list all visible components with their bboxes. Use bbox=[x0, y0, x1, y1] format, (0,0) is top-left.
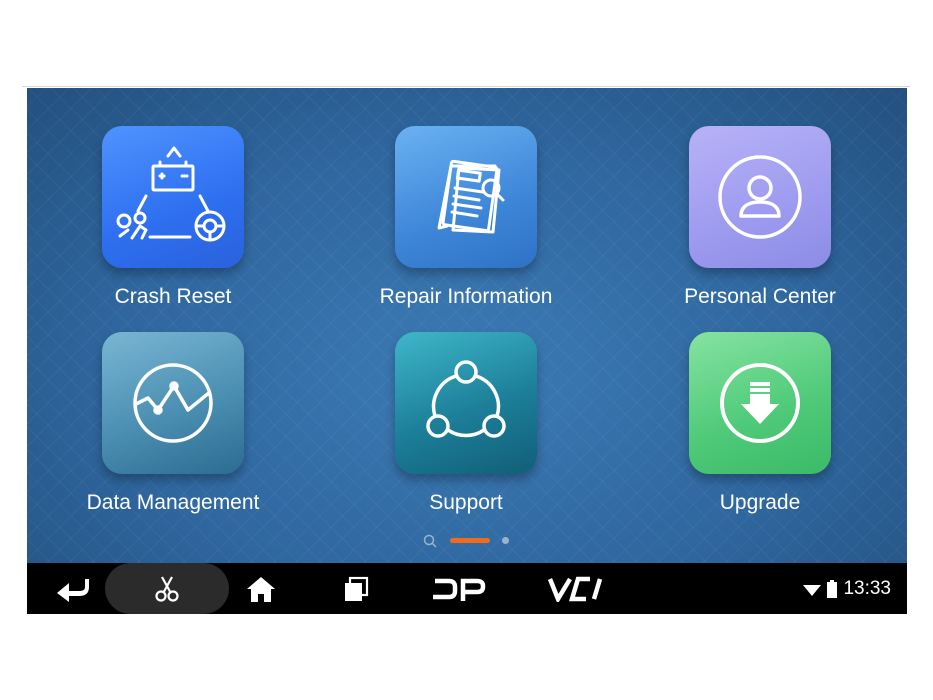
app-label: Repair Information bbox=[379, 285, 553, 308]
recent-apps-icon bbox=[345, 576, 369, 601]
data-chart-icon bbox=[133, 363, 213, 443]
download-icon bbox=[720, 363, 800, 443]
dp-logo-icon bbox=[433, 578, 486, 601]
scissors-icon bbox=[155, 575, 179, 602]
crash-reset-icon bbox=[116, 146, 226, 242]
app-crash-reset[interactable]: Crash Reset bbox=[63, 126, 283, 310]
page-dot[interactable] bbox=[502, 537, 509, 544]
app-label: Personal Center bbox=[684, 285, 836, 308]
app-tile[interactable] bbox=[395, 332, 537, 474]
vci-button[interactable] bbox=[539, 563, 611, 614]
current-page-indicator[interactable] bbox=[450, 538, 490, 543]
home-icon bbox=[247, 576, 275, 602]
status-area: 13:33 bbox=[803, 563, 891, 614]
page-indicator bbox=[27, 532, 907, 548]
repair-information-icon bbox=[437, 159, 505, 234]
recent-apps-button[interactable] bbox=[334, 563, 378, 614]
app-tile[interactable] bbox=[102, 126, 244, 268]
app-data-management[interactable]: Data Management bbox=[63, 332, 283, 516]
vci-logo-icon bbox=[547, 576, 603, 602]
app-support[interactable]: Support bbox=[356, 332, 576, 516]
app-tile[interactable] bbox=[102, 332, 244, 474]
app-personal-center[interactable]: Personal Center bbox=[650, 126, 870, 310]
app-label: Upgrade bbox=[719, 491, 801, 514]
app-tile[interactable] bbox=[395, 126, 537, 268]
search-page-icon[interactable] bbox=[423, 534, 437, 548]
app-tile[interactable] bbox=[689, 332, 831, 474]
app-tile[interactable] bbox=[689, 126, 831, 268]
home-button[interactable] bbox=[239, 563, 283, 614]
back-arrow-icon bbox=[57, 578, 89, 602]
app-label: Data Management bbox=[86, 491, 260, 514]
app-label: Crash Reset bbox=[114, 285, 232, 308]
wifi-icon bbox=[803, 584, 822, 596]
app-repair-information[interactable]: Repair Information bbox=[356, 126, 576, 310]
screenshot-button[interactable] bbox=[145, 563, 189, 614]
back-button[interactable] bbox=[47, 563, 99, 614]
person-icon bbox=[718, 155, 802, 239]
clock-time: 13:33 bbox=[843, 578, 891, 599]
dp-brand-button[interactable] bbox=[425, 563, 491, 614]
support-share-icon bbox=[426, 360, 506, 438]
tablet-screen: Crash Reset Repair Information Personal … bbox=[27, 88, 907, 614]
top-divider bbox=[22, 86, 910, 87]
app-upgrade[interactable]: Upgrade bbox=[650, 332, 870, 516]
battery-icon bbox=[827, 579, 838, 598]
system-navigation-bar: 13:33 bbox=[27, 563, 907, 614]
app-label: Support bbox=[429, 491, 503, 514]
